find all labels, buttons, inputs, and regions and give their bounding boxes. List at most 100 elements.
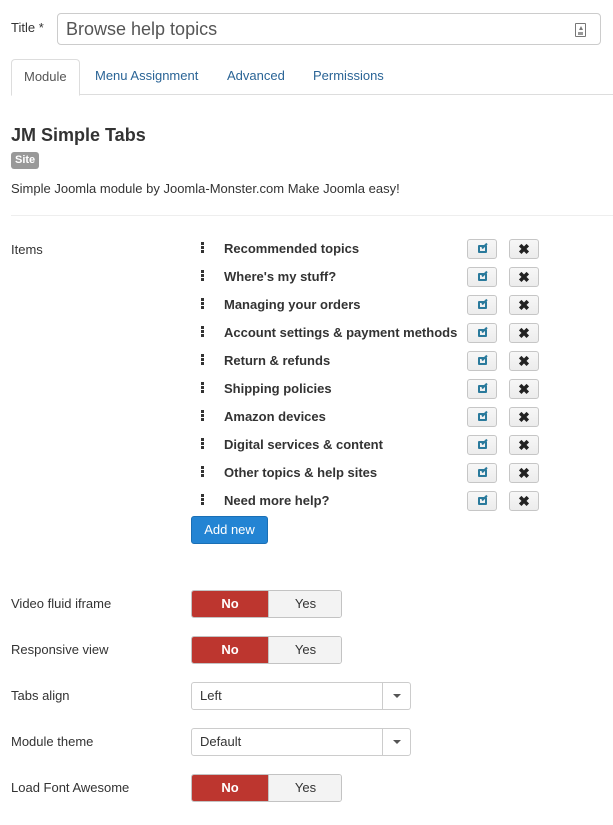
tabs-align-select[interactable]: Left: [191, 682, 411, 710]
delete-item-button[interactable]: ✖: [509, 323, 539, 343]
drag-handle-icon[interactable]: [201, 270, 204, 282]
responsive-view-label: Responsive view: [11, 642, 109, 657]
delete-item-button[interactable]: ✖: [509, 239, 539, 259]
drag-handle-icon[interactable]: [201, 242, 204, 254]
edit-item-button[interactable]: [467, 239, 497, 259]
edit-item-button[interactable]: [467, 295, 497, 315]
delete-item-button[interactable]: ✖: [509, 435, 539, 455]
delete-item-button[interactable]: ✖: [509, 491, 539, 511]
list-item: Amazon devices ✖: [191, 406, 551, 434]
module-theme-label: Module theme: [11, 734, 94, 749]
item-label: Account settings & payment methods: [224, 325, 458, 340]
module-theme-value: Default: [200, 734, 242, 749]
text-toggle-icon[interactable]: [575, 23, 586, 37]
edit-icon: [478, 441, 487, 449]
list-item: Where's my stuff? ✖: [191, 266, 551, 294]
delete-item-button[interactable]: ✖: [509, 407, 539, 427]
module-theme-dropdown-toggle[interactable]: [382, 729, 410, 755]
item-label: Amazon devices: [224, 409, 326, 424]
item-label: Other topics & help sites: [224, 465, 378, 480]
tabs-align-dropdown-toggle[interactable]: [382, 683, 410, 709]
tab-module[interactable]: Module: [11, 59, 80, 96]
drag-handle-icon[interactable]: [201, 326, 204, 338]
title-row: Title * Browse help topics: [11, 13, 601, 45]
video-fluid-iframe-toggle: No Yes: [191, 590, 342, 618]
close-icon: ✖: [518, 493, 530, 509]
close-icon: ✖: [518, 241, 530, 257]
edit-icon: [478, 413, 487, 421]
tab-advanced[interactable]: Advanced: [215, 59, 297, 95]
drag-handle-icon[interactable]: [201, 354, 204, 366]
load-font-awesome-yes[interactable]: Yes: [268, 775, 341, 801]
video-fluid-iframe-yes[interactable]: Yes: [268, 591, 341, 617]
caret-down-icon: [393, 694, 401, 698]
item-label: Digital services & content: [224, 437, 383, 452]
site-badge: Site: [11, 152, 40, 169]
item-label: Recommended topics: [224, 241, 360, 256]
close-icon: ✖: [518, 353, 530, 369]
list-item: Other topics & help sites ✖: [191, 462, 551, 490]
edit-icon: [478, 385, 487, 393]
edit-item-button[interactable]: [467, 323, 497, 343]
edit-icon: [478, 497, 487, 505]
video-fluid-iframe-no[interactable]: No: [192, 591, 268, 617]
delete-item-button[interactable]: ✖: [509, 295, 539, 315]
edit-icon: [478, 469, 487, 477]
edit-icon: [478, 301, 487, 309]
drag-handle-icon[interactable]: [201, 438, 204, 450]
title-input-value: Browse help topics: [66, 19, 218, 39]
close-icon: ✖: [518, 269, 530, 285]
divider: [11, 215, 613, 216]
video-fluid-iframe-label: Video fluid iframe: [11, 596, 112, 611]
title-label: Title *: [11, 20, 44, 35]
load-font-awesome-no[interactable]: No: [192, 775, 268, 801]
edit-item-button[interactable]: [467, 491, 497, 511]
item-label: Shipping policies: [224, 381, 332, 396]
load-font-awesome-toggle: No Yes: [191, 774, 342, 802]
drag-handle-icon[interactable]: [201, 494, 204, 506]
responsive-view-toggle: No Yes: [191, 636, 342, 664]
items-list: Recommended topics ✖ Where's my stuff? ✖ Man…: [191, 238, 551, 518]
list-item: Return & refunds ✖: [191, 350, 551, 378]
edit-item-button[interactable]: [467, 435, 497, 455]
load-font-awesome-label: Load Font Awesome: [11, 780, 130, 795]
tab-bar: Module Menu Assignment Advanced Permissi…: [11, 59, 613, 96]
close-icon: ✖: [518, 325, 530, 341]
edit-item-button[interactable]: [467, 463, 497, 483]
edit-icon: [478, 273, 487, 281]
item-label: Return & refunds: [224, 353, 331, 368]
caret-down-icon: [393, 740, 401, 744]
add-new-button[interactable]: Add new: [191, 516, 268, 544]
delete-item-button[interactable]: ✖: [509, 463, 539, 483]
list-item: Need more help? ✖: [191, 490, 551, 518]
drag-handle-icon[interactable]: [201, 410, 204, 422]
close-icon: ✖: [518, 465, 530, 481]
drag-handle-icon[interactable]: [201, 382, 204, 394]
tab-permissions[interactable]: Permissions: [301, 59, 396, 95]
edit-item-button[interactable]: [467, 379, 497, 399]
delete-item-button[interactable]: ✖: [509, 267, 539, 287]
edit-icon: [478, 329, 487, 337]
edit-icon: [478, 357, 487, 365]
item-label: Where's my stuff?: [224, 269, 337, 284]
drag-handle-icon[interactable]: [201, 466, 204, 478]
module-description: Simple Joomla module by Joomla-Monster.c…: [11, 181, 400, 196]
item-label: Managing your orders: [224, 297, 361, 312]
close-icon: ✖: [518, 381, 530, 397]
edit-item-button[interactable]: [467, 407, 497, 427]
module-title: JM Simple Tabs: [11, 125, 146, 145]
edit-item-button[interactable]: [467, 267, 497, 287]
drag-handle-icon[interactable]: [201, 298, 204, 310]
delete-item-button[interactable]: ✖: [509, 379, 539, 399]
title-input[interactable]: Browse help topics: [57, 13, 601, 45]
responsive-view-yes[interactable]: Yes: [268, 637, 341, 663]
item-label: Need more help?: [224, 493, 330, 508]
close-icon: ✖: [518, 297, 530, 313]
delete-item-button[interactable]: ✖: [509, 351, 539, 371]
items-label: Items: [11, 242, 43, 257]
list-item: Shipping policies ✖: [191, 378, 551, 406]
edit-item-button[interactable]: [467, 351, 497, 371]
tab-menu-assignment[interactable]: Menu Assignment: [83, 59, 210, 95]
module-theme-select[interactable]: Default: [191, 728, 411, 756]
responsive-view-no[interactable]: No: [192, 637, 268, 663]
